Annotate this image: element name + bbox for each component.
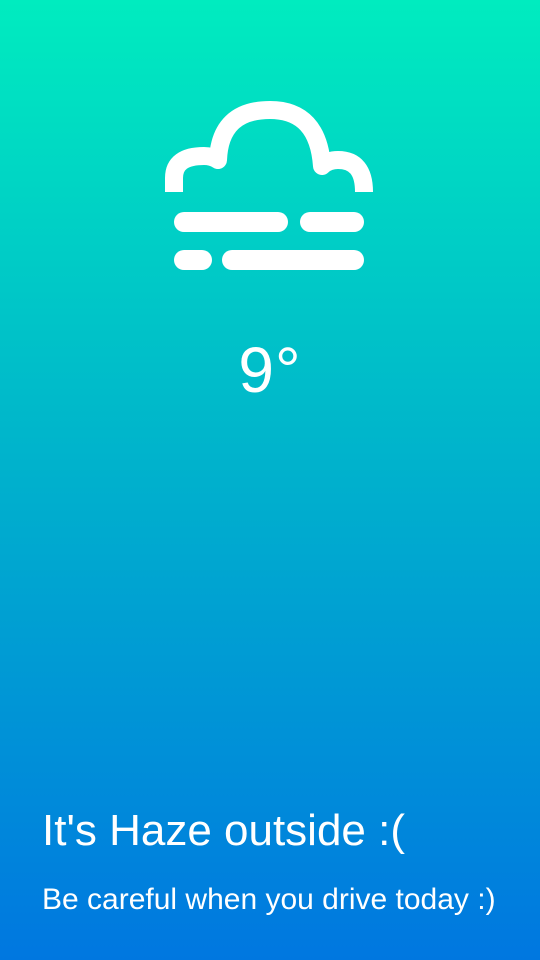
weather-screen: 9° It's Haze outside :( Be careful when … (0, 0, 540, 960)
weather-headline: It's Haze outside :( (42, 806, 405, 855)
weather-advice: Be careful when you drive today :) (42, 883, 496, 916)
haze-icon (160, 98, 380, 276)
temperature-readout: 9° (238, 334, 302, 406)
